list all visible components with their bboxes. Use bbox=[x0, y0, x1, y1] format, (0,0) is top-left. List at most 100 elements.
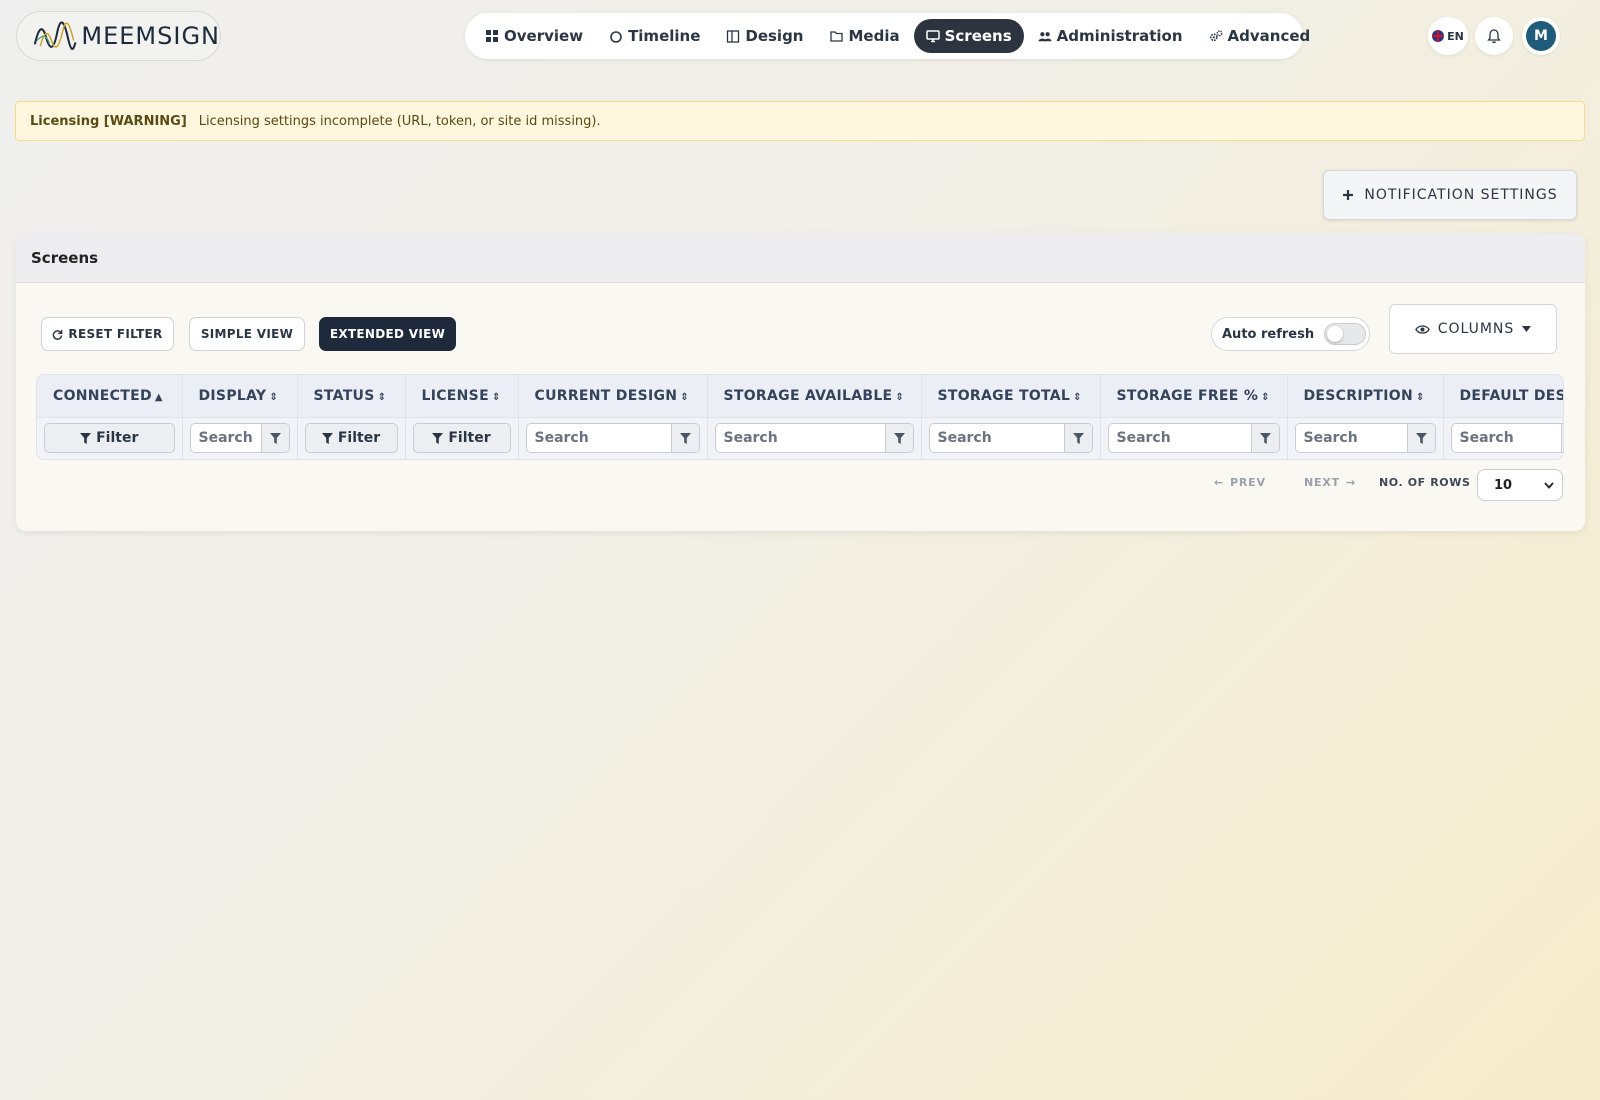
sort-icon: ⇕ bbox=[1261, 391, 1270, 403]
wave-logo-icon bbox=[33, 21, 77, 50]
simple-view-button[interactable]: SIMPLE VIEW bbox=[189, 317, 305, 351]
brand-name: MEEMSIGN bbox=[81, 22, 220, 50]
prev-label: PREV bbox=[1230, 476, 1266, 489]
plus-icon bbox=[1343, 190, 1354, 200]
storage-free-search-input[interactable] bbox=[1108, 424, 1251, 453]
rows-per-page-value: 10 bbox=[1494, 477, 1513, 493]
auto-refresh-control: Auto refresh bbox=[1211, 317, 1370, 351]
notifications-button[interactable] bbox=[1475, 17, 1513, 55]
next-button[interactable]: NEXT → bbox=[1304, 476, 1356, 489]
funnel-icon bbox=[432, 432, 444, 444]
nav-label-advanced: Advanced bbox=[1227, 27, 1311, 45]
sort-asc-icon: ▲ bbox=[154, 391, 163, 403]
column-header-storage-free[interactable]: STORAGE FREE % ⇕ bbox=[1100, 375, 1288, 418]
columns-button[interactable]: COLUMNS bbox=[1389, 304, 1557, 354]
default-design-search-input[interactable] bbox=[1451, 424, 1561, 453]
nav-item-media[interactable]: Media bbox=[818, 19, 912, 53]
funnel-icon bbox=[321, 432, 333, 444]
extended-view-button[interactable]: EXTENDED VIEW bbox=[319, 317, 456, 351]
funnel-icon[interactable] bbox=[884, 424, 913, 453]
monitor-icon bbox=[925, 30, 940, 43]
sort-icon: ⇕ bbox=[895, 391, 905, 403]
nav-label-administration: Administration bbox=[1056, 27, 1183, 45]
avatar-initial: M bbox=[1526, 21, 1556, 51]
notification-settings-button[interactable]: NOTIFICATION SETTINGS bbox=[1323, 170, 1577, 220]
funnel-icon[interactable] bbox=[1406, 424, 1435, 453]
column-header-current-design[interactable]: CURRENT DESIGN ⇕ bbox=[518, 375, 708, 418]
extended-view-label: EXTENDED VIEW bbox=[329, 327, 446, 341]
nav-item-timeline[interactable]: Timeline bbox=[597, 19, 712, 53]
caret-down-icon bbox=[1522, 326, 1532, 332]
funnel-icon[interactable] bbox=[1063, 424, 1092, 453]
column-header-status[interactable]: STATUS ⇕ bbox=[297, 375, 406, 418]
current-design-search bbox=[525, 423, 700, 454]
storage-free-search bbox=[1107, 423, 1280, 454]
reset-filter-button[interactable]: RESET FILTER bbox=[41, 317, 174, 351]
nav-item-administration[interactable]: Administration bbox=[1026, 19, 1195, 53]
user-avatar[interactable]: M bbox=[1522, 17, 1560, 55]
warning-message: Licensing settings incomplete (URL, toke… bbox=[198, 113, 601, 129]
reset-filter-label: RESET FILTER bbox=[68, 327, 163, 341]
nav-label-timeline: Timeline bbox=[628, 27, 701, 45]
nav-label-overview: Overview bbox=[504, 27, 584, 45]
brand-logo[interactable]: MEEMSIGN bbox=[16, 11, 221, 61]
sort-icon: ⇕ bbox=[491, 391, 501, 403]
column-header-display[interactable]: DISPLAY ⇕ bbox=[182, 375, 298, 418]
uk-flag-icon bbox=[1432, 30, 1445, 42]
notification-settings-label: NOTIFICATION SETTINGS bbox=[1364, 187, 1558, 203]
display-search bbox=[189, 423, 290, 454]
warning-title: Licensing [WARNING] bbox=[30, 113, 187, 129]
prev-button[interactable]: ← PREV bbox=[1214, 476, 1266, 489]
arrow-left-icon: ← bbox=[1214, 476, 1225, 489]
nav-item-design[interactable]: Design bbox=[714, 19, 815, 53]
column-header-connected[interactable]: CONNECTED ▲ bbox=[37, 375, 183, 418]
funnel-icon[interactable] bbox=[260, 424, 289, 453]
funnel-icon[interactable] bbox=[1560, 424, 1563, 453]
sort-icon: ⇕ bbox=[377, 391, 387, 403]
sort-icon: ⇕ bbox=[1415, 391, 1425, 403]
users-icon bbox=[1038, 32, 1052, 42]
license-filter-button[interactable]: Filter bbox=[412, 423, 511, 454]
description-search-input[interactable] bbox=[1295, 424, 1407, 453]
rows-per-page-select[interactable]: 10 bbox=[1477, 469, 1563, 501]
funnel-icon bbox=[80, 432, 92, 444]
display-search-input[interactable] bbox=[190, 424, 261, 453]
chevron-down-icon bbox=[1544, 481, 1554, 489]
storage-total-search-input[interactable] bbox=[929, 424, 1064, 453]
arrow-right-icon: → bbox=[1345, 476, 1356, 489]
eye-icon bbox=[1414, 324, 1430, 334]
nav-item-screens[interactable]: Screens bbox=[913, 19, 1024, 53]
column-header-storage-available[interactable]: STORAGE AVAILABLE ⇕ bbox=[707, 375, 922, 418]
storage-available-search-input[interactable] bbox=[715, 424, 885, 453]
grid-icon bbox=[486, 30, 498, 42]
connected-filter-button[interactable]: Filter bbox=[44, 423, 175, 454]
auto-refresh-toggle[interactable] bbox=[1324, 323, 1367, 345]
column-header-storage-total[interactable]: STORAGE TOTAL ⇕ bbox=[921, 375, 1101, 418]
column-header-description[interactable]: DESCRIPTION ⇕ bbox=[1287, 375, 1444, 418]
sort-icon: ⇕ bbox=[1073, 391, 1082, 403]
column-header-license[interactable]: LICENSE ⇕ bbox=[405, 375, 519, 418]
circle-icon bbox=[610, 31, 622, 43]
columns-label: COLUMNS bbox=[1437, 321, 1515, 337]
status-filter-button[interactable]: Filter bbox=[304, 423, 398, 454]
next-label: NEXT bbox=[1304, 476, 1340, 489]
default-design-search bbox=[1450, 423, 1563, 454]
language-switcher[interactable]: EN bbox=[1428, 17, 1468, 55]
sort-icon: ⇕ bbox=[680, 391, 689, 403]
nav-label-design: Design bbox=[745, 27, 804, 45]
gears-icon bbox=[1209, 30, 1222, 42]
simple-view-label: SIMPLE VIEW bbox=[200, 327, 294, 341]
funnel-icon[interactable] bbox=[1250, 424, 1279, 453]
column-header-default-design[interactable]: DEFAULT DESI bbox=[1443, 375, 1563, 418]
storage-total-search bbox=[928, 423, 1093, 454]
screens-card: Screens RESET FILTER SIMPLE VIEW EXTENDE… bbox=[16, 233, 1585, 531]
current-design-search-input[interactable] bbox=[526, 424, 671, 453]
nav-item-overview[interactable]: Overview bbox=[473, 19, 595, 53]
auto-refresh-label: Auto refresh bbox=[1222, 326, 1315, 342]
main-nav: Overview Timeline Design Media Screens A… bbox=[465, 13, 1310, 59]
nav-item-advanced[interactable]: Advanced bbox=[1197, 19, 1323, 53]
layout-icon bbox=[727, 30, 740, 43]
description-search bbox=[1294, 423, 1436, 454]
nav-label-media: Media bbox=[848, 27, 900, 45]
funnel-icon[interactable] bbox=[670, 424, 699, 453]
